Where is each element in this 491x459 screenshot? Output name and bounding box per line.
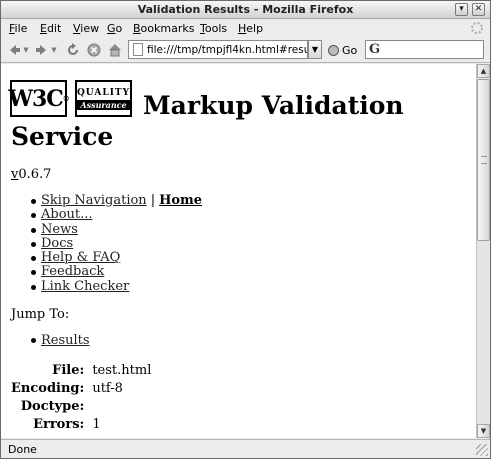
- status-bar: Done: [1, 439, 490, 458]
- go-button[interactable]: Go: [328, 42, 357, 58]
- forward-arrow-icon[interactable]: [34, 42, 50, 58]
- table-row: File: test.html: [11, 362, 151, 380]
- list-item: About...: [31, 208, 202, 222]
- page-title-continued: Service: [11, 122, 114, 151]
- list-item: Skip Navigation | Home: [31, 193, 202, 208]
- home-icon[interactable]: [107, 42, 123, 58]
- results-link[interactable]: Results: [41, 333, 90, 348]
- search-box[interactable]: G: [365, 40, 484, 59]
- file-label: File:: [52, 362, 85, 378]
- file-value: test.html: [92, 362, 152, 378]
- doctype-value: [88, 398, 151, 416]
- menu-bar: File Edit View Go Bookmarks Tools Help: [1, 20, 490, 37]
- list-item: News: [31, 222, 202, 237]
- menu-tools[interactable]: Tools: [200, 22, 227, 35]
- google-icon[interactable]: G: [369, 42, 380, 57]
- errors-label: Errors:: [33, 416, 85, 432]
- jump-to-list: Results: [31, 333, 90, 348]
- go-icon: [328, 44, 339, 56]
- browser-window: Validation Results - Mozilla Firefox ▾ ✕…: [0, 0, 491, 459]
- page-title: Markup Validation: [143, 91, 404, 120]
- table-row: Doctype:: [11, 398, 151, 416]
- navigation-toolbar: ▼ ▼ ▼ Go G: [1, 37, 490, 63]
- jump-to-label: Jump To:: [11, 307, 70, 322]
- nav-separator: |: [150, 193, 156, 208]
- scroll-thumb[interactable]: [477, 79, 490, 241]
- reload-icon[interactable]: [65, 42, 81, 58]
- stop-icon[interactable]: [86, 42, 102, 58]
- qa-logo[interactable]: QUALITY Assurance: [75, 80, 132, 117]
- docs-link[interactable]: Docs: [41, 236, 73, 251]
- status-text: Done: [8, 443, 37, 456]
- skip-navigation-link[interactable]: Skip Navigation: [41, 193, 147, 208]
- window-title: Validation Results - Mozilla Firefox: [137, 3, 354, 16]
- help-faq-link[interactable]: Help & FAQ: [41, 250, 120, 265]
- menu-help[interactable]: Help: [238, 22, 263, 35]
- feedback-link[interactable]: Feedback: [41, 264, 104, 279]
- w3c-logo[interactable]: W3C ®: [8, 80, 70, 117]
- menu-go[interactable]: Go: [107, 22, 122, 35]
- throbber-icon: [471, 22, 483, 34]
- page-icon: [133, 43, 143, 56]
- list-item: Results: [31, 333, 90, 348]
- site-navigation: Skip Navigation | Home About... News Docs …: [31, 193, 202, 294]
- scroll-up-arrow-icon[interactable]: ▲: [477, 64, 490, 78]
- link-checker-link[interactable]: Link Checker: [41, 279, 129, 294]
- title-bar: Validation Results - Mozilla Firefox ▾ ✕: [1, 1, 490, 19]
- list-item: Docs: [31, 236, 202, 251]
- about-link[interactable]: About...: [41, 207, 93, 222]
- news-link[interactable]: News: [41, 222, 78, 237]
- list-item: Feedback: [31, 265, 202, 279]
- resize-grip-icon[interactable]: [476, 444, 488, 456]
- vertical-scrollbar[interactable]: ▲ ▼: [476, 64, 490, 438]
- list-item: Help & FAQ: [31, 251, 202, 265]
- page-content: W3C ® QUALITY Assurance Markup Validation…: [1, 64, 476, 438]
- doctype-label: Doctype:: [20, 398, 85, 414]
- scroll-down-arrow-icon[interactable]: ▼: [477, 424, 490, 438]
- url-input[interactable]: [147, 42, 307, 57]
- encoding-value: utf-8: [92, 380, 123, 396]
- url-bar[interactable]: [128, 40, 308, 59]
- version-label: v0.6.7: [11, 167, 52, 182]
- menu-view[interactable]: View: [73, 22, 99, 35]
- forward-dropdown-icon[interactable]: ▼: [50, 42, 58, 58]
- home-link[interactable]: Home: [159, 193, 202, 208]
- logo-row: W3C ® QUALITY Assurance: [8, 80, 132, 117]
- grip-icon: [481, 156, 487, 164]
- menu-edit[interactable]: Edit: [40, 22, 61, 35]
- minimize-button[interactable]: ▾: [455, 3, 468, 16]
- menu-file[interactable]: File: [9, 22, 27, 35]
- table-row: Encoding: utf-8: [11, 380, 151, 398]
- menu-bookmarks[interactable]: Bookmarks: [133, 22, 194, 35]
- close-button[interactable]: ✕: [472, 3, 485, 16]
- errors-value: 1: [92, 416, 101, 432]
- url-history-dropdown[interactable]: ▼: [308, 40, 322, 59]
- table-row: Errors: 1: [11, 416, 151, 434]
- back-arrow-icon[interactable]: [6, 42, 22, 58]
- list-item: Link Checker: [31, 279, 202, 294]
- validation-info-table: File: test.html Encoding: utf-8 Doctype:…: [11, 362, 151, 434]
- encoding-label: Encoding:: [11, 380, 85, 396]
- back-dropdown-icon[interactable]: ▼: [22, 42, 30, 58]
